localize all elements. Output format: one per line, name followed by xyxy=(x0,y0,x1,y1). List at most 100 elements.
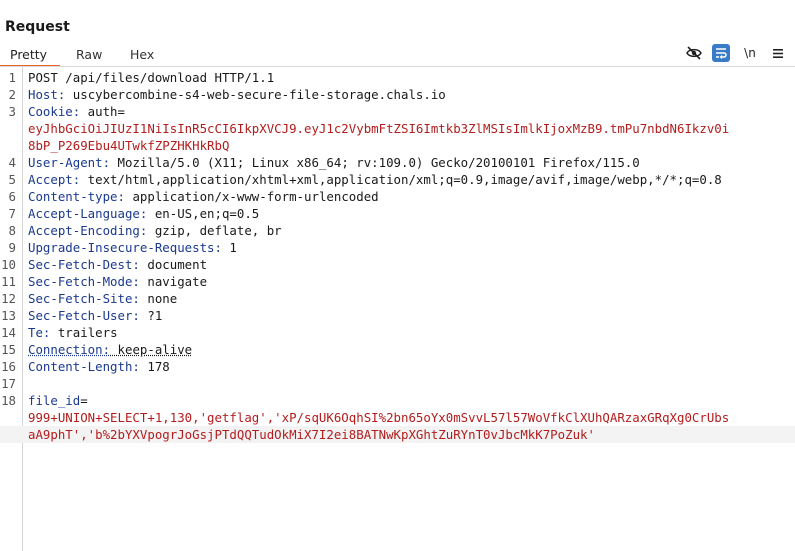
panel-title: Request xyxy=(5,19,70,35)
header-value: keep-alive xyxy=(110,342,193,357)
header-value: 178 xyxy=(139,359,170,374)
header-name: Accept-Encoding: xyxy=(28,223,148,238)
word-wrap-button[interactable] xyxy=(712,44,730,62)
header-name: Te: xyxy=(28,325,51,340)
code-line[interactable]: 5 Accept: text/html,application/xhtml+xml… xyxy=(0,171,795,188)
line-content: Sec-Fetch-Mode: navigate xyxy=(28,273,207,290)
header-name: Content-type: xyxy=(28,189,125,204)
code-line[interactable]: 12 Sec-Fetch-Site: none xyxy=(0,290,795,307)
header-value: Mozilla/5.0 (X11; Linux x86_64; rv:109.0… xyxy=(110,155,640,170)
header-name: Connection: xyxy=(28,342,111,357)
header-name: Sec-Fetch-User: xyxy=(28,308,140,323)
code-line[interactable]: 18 file_id= xyxy=(0,392,795,409)
show-newlines-button[interactable]: \n xyxy=(741,44,759,62)
header-value: document xyxy=(139,257,208,272)
line-content: 8bP_P269Ebu4UTwkfZPZHKHkRbQ xyxy=(28,137,229,154)
header-value: trailers xyxy=(50,325,118,340)
line-number: 9 xyxy=(8,240,16,255)
hide-non-printable-button[interactable] xyxy=(685,44,703,62)
line-content: Content-Length: 178 xyxy=(28,358,170,375)
header-name: Sec-Fetch-Mode: xyxy=(28,274,140,289)
line-content: Content-type: application/x-www-form-url… xyxy=(28,188,379,205)
line-content: eyJhbGciOiJIUzI1NiIsInR5cCI6IkpXVCJ9.eyJ… xyxy=(28,120,729,137)
line-number: 2 xyxy=(8,87,16,102)
code-line[interactable]: 8 Accept-Encoding: gzip, deflate, br xyxy=(0,222,795,239)
header-name: Accept-Language: xyxy=(28,206,148,221)
line-content: aA9phT','b%2bYXVpogrJoGsjPTdQQTudOkMiX7I… xyxy=(28,426,595,443)
header-name: Content-Length: xyxy=(28,359,140,374)
header-value: uscybercombine-s4-web-secure-file-storag… xyxy=(65,87,446,102)
line-number: 8 xyxy=(8,223,16,238)
header-name: Sec-Fetch-Dest: xyxy=(28,257,140,272)
tab-bar-divider xyxy=(0,66,795,67)
code-line[interactable]: aA9phT','b%2bYXVpogrJoGsjPTdQQTudOkMiX7I… xyxy=(0,426,795,443)
line-number: 1 xyxy=(8,70,16,85)
line-content: Accept-Encoding: gzip, deflate, br xyxy=(28,222,282,239)
word-wrap-icon xyxy=(716,48,727,59)
header-value: 1 xyxy=(221,240,237,255)
code-line[interactable]: 7 Accept-Language: en-US,en;q=0.5 xyxy=(0,205,795,222)
code-line[interactable]: 10 Sec-Fetch-Dest: document xyxy=(0,256,795,273)
code-line[interactable]: 14 Te: trailers xyxy=(0,324,795,341)
code-line[interactable]: 16 Content-Length: 178 xyxy=(0,358,795,375)
tab-pretty[interactable]: Pretty xyxy=(10,47,47,62)
header-name: Accept: xyxy=(28,172,81,187)
line-content: Upgrade-Insecure-Requests: 1 xyxy=(28,239,237,256)
header-name: User-Agent: xyxy=(28,155,111,170)
header-value: none xyxy=(139,291,178,306)
line-content: Host: uscybercombine-s4-web-secure-file-… xyxy=(28,86,446,103)
code-line[interactable]: 17 xyxy=(0,375,795,392)
header-value: ?1 xyxy=(139,308,163,323)
menu-button[interactable] xyxy=(769,44,787,62)
code-line[interactable]: 3 Cookie: auth= xyxy=(0,103,795,120)
eye-slash-icon xyxy=(686,46,702,60)
header-name: file_id xyxy=(28,393,81,408)
code-line[interactable]: 8bP_P269Ebu4UTwkfZPZHKHkRbQ xyxy=(0,137,795,154)
request-editor[interactable]: 1 POST /api/files/download HTTP/1.1 2 Host:… xyxy=(0,69,795,443)
code-line[interactable]: eyJhbGciOiJIUzI1NiIsInR5cCI6IkpXVCJ9.eyJ… xyxy=(0,120,795,137)
value-text: eyJhbGciOiJIUzI1NiIsInR5cCI6IkpXVCJ9.eyJ… xyxy=(28,121,730,136)
line-content: POST /api/files/download HTTP/1.1 xyxy=(28,69,274,86)
code-line[interactable]: 9 Upgrade-Insecure-Requests: 1 xyxy=(0,239,795,256)
line-content: file_id= xyxy=(28,392,88,409)
code-line[interactable]: 1 POST /api/files/download HTTP/1.1 xyxy=(0,69,795,86)
line-number: 12 xyxy=(1,291,16,306)
code-line[interactable]: 6 Content-type: application/x-www-form-ur… xyxy=(0,188,795,205)
value-text: aA9phT','b%2bYXVpogrJoGsjPTdQQTudOkMiX7I… xyxy=(28,427,595,442)
header-value: text/html,application/xhtml+xml,applicat… xyxy=(80,172,722,187)
line-content: Cookie: auth= xyxy=(28,103,125,120)
hamburger-menu-icon xyxy=(773,48,783,58)
header-name: Host: xyxy=(28,87,66,102)
code-line[interactable]: 13 Sec-Fetch-User: ?1 xyxy=(0,307,795,324)
value-text: 8bP_P269Ebu4UTwkfZPZHKHkRbQ xyxy=(28,138,230,153)
code-line[interactable]: 11 Sec-Fetch-Mode: navigate xyxy=(0,273,795,290)
header-value: = xyxy=(80,393,88,408)
header-name: Sec-Fetch-Site: xyxy=(28,291,140,306)
line-number: 17 xyxy=(1,376,16,391)
line-content: Sec-Fetch-Site: none xyxy=(28,290,177,307)
line-number: 7 xyxy=(8,206,16,221)
line-number: 18 xyxy=(1,393,16,408)
line-number: 4 xyxy=(8,155,16,170)
header-value: gzip, deflate, br xyxy=(147,223,282,238)
line-number: 3 xyxy=(8,104,16,119)
code-line[interactable]: 15 Connection: keep-alive xyxy=(0,341,795,358)
view-tabs: Pretty Raw Hex xyxy=(0,44,795,66)
code-line[interactable]: 999+UNION+SELECT+1,130,'getflag','xP/sqU… xyxy=(0,409,795,426)
line-number: 16 xyxy=(1,359,16,374)
line-number: 5 xyxy=(8,172,16,187)
line-number: 6 xyxy=(8,189,16,204)
line-content: 999+UNION+SELECT+1,130,'getflag','xP/sqU… xyxy=(28,409,729,426)
code-line[interactable]: 2 Host: uscybercombine-s4-web-secure-file… xyxy=(0,86,795,103)
request-line: POST /api/files/download HTTP/1.1 xyxy=(28,70,275,85)
header-value: en-US,en;q=0.5 xyxy=(147,206,260,221)
line-content: Sec-Fetch-User: ?1 xyxy=(28,307,162,324)
line-content: Accept-Language: en-US,en;q=0.5 xyxy=(28,205,259,222)
header-name: Cookie: xyxy=(28,104,81,119)
line-content: Sec-Fetch-Dest: document xyxy=(28,256,207,273)
line-number: 14 xyxy=(1,325,16,340)
line-content: Connection: keep-alive xyxy=(28,341,192,358)
tab-raw[interactable]: Raw xyxy=(76,47,102,62)
tab-hex[interactable]: Hex xyxy=(130,47,154,62)
code-line[interactable]: 4 User-Agent: Mozilla/5.0 (X11; Linux x86… xyxy=(0,154,795,171)
